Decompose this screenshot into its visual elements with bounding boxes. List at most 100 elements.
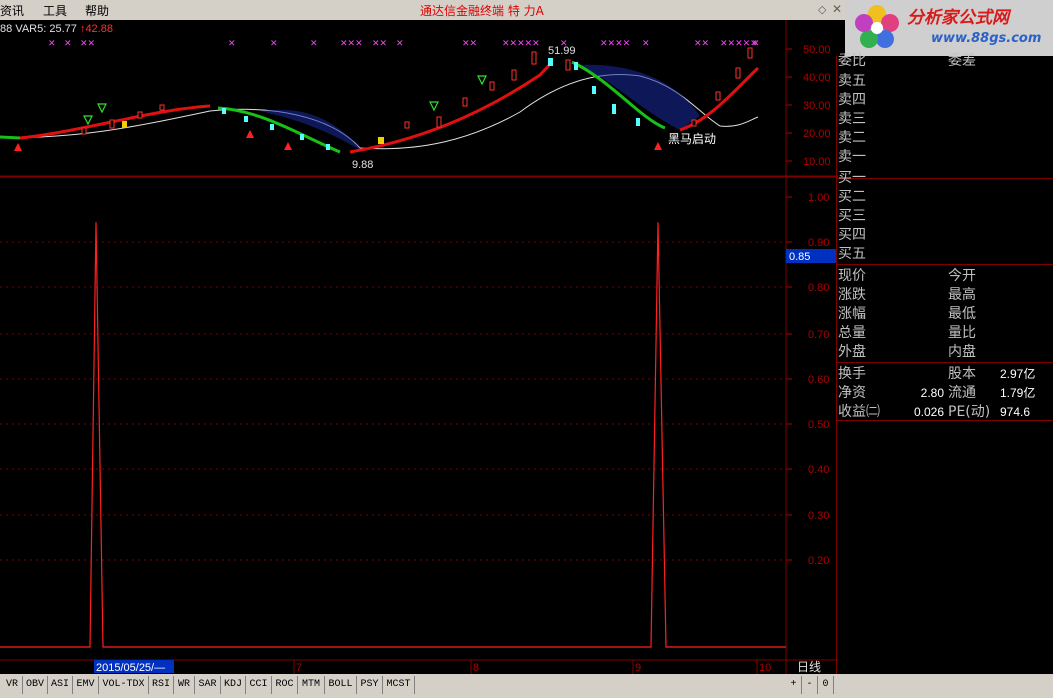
month-10: 10	[759, 662, 771, 674]
quote-volume: 总量	[838, 325, 866, 341]
ind-gridlines	[0, 241, 786, 561]
high-label: 51.99	[548, 45, 576, 57]
svg-text:✕: ✕	[228, 39, 236, 49]
buy-3: 买三	[838, 208, 866, 224]
fund-eps-label: 收益㈡	[838, 404, 880, 420]
ma-up-segment-1	[19, 104, 211, 140]
svg-text:✕: ✕	[64, 39, 72, 49]
month-8: 8	[473, 662, 479, 674]
ind-tick-050: 0.50	[808, 419, 829, 431]
weicha-label: 委差	[948, 53, 976, 69]
svg-text:✕✕✕: ✕✕✕	[340, 39, 363, 49]
fund-netasset-value: 2.80	[920, 386, 944, 400]
diamond-icon[interactable]: ◇	[818, 3, 826, 16]
tab-cci[interactable]: CCI	[246, 676, 272, 694]
svg-text:✕✕✕✕: ✕✕✕✕	[600, 39, 630, 49]
svg-text:✕✕: ✕✕	[694, 39, 709, 49]
tab-boll[interactable]: BOLL	[325, 676, 357, 694]
tab-sar[interactable]: SAR	[195, 676, 221, 694]
svg-text:✕✕: ✕✕	[372, 39, 387, 49]
fund-float-label: 流通	[948, 385, 976, 401]
legend-value: ↑42.88	[79, 23, 113, 35]
price-tick-50: 50.00	[803, 44, 831, 56]
fund-pe-label: PE(动)	[948, 404, 991, 420]
tab-psy[interactable]: PSY	[357, 676, 383, 694]
logo-url: www.88gs.com	[931, 31, 1042, 46]
svg-text:✕: ✕	[642, 39, 650, 49]
month-7: 7	[296, 662, 302, 674]
tab-vr[interactable]: VR	[2, 676, 23, 694]
quote-high: 最高	[948, 287, 976, 303]
tab-zero-button[interactable]: 0	[818, 676, 834, 694]
ind-series-line	[0, 222, 786, 648]
quote-change-pct: 涨幅	[838, 306, 866, 322]
flower-logo-icon	[855, 5, 899, 48]
price-axis-ticks	[786, 48, 792, 162]
tab-obv[interactable]: OBV	[23, 676, 48, 694]
ind-tick-040: 0.40	[808, 464, 829, 476]
fund-turnover-label: 换手	[838, 366, 866, 382]
legend-var5: VAR5: 25.77	[15, 23, 77, 35]
tab-kdj[interactable]: KDJ	[221, 676, 246, 694]
tab-asi[interactable]: ASI	[48, 676, 73, 694]
quote-inner: 内盘	[948, 344, 976, 360]
tab-mcst[interactable]: MCST	[383, 676, 415, 694]
signal-label: 黑马启动	[668, 132, 716, 146]
price-tick-40: 40.00	[803, 72, 831, 84]
close-icon[interactable]: ✕	[832, 2, 842, 16]
ind-cursor-value: 0.85	[789, 251, 810, 263]
tab-mtm[interactable]: MTM	[298, 676, 325, 694]
chart-area[interactable]: 50.00 40.00 30.00 20.00 10.00 ✕ ✕ ✕✕ ✕ ✕…	[0, 20, 838, 674]
ma-down-segment-1	[0, 135, 21, 140]
tab-emv[interactable]: EMV	[73, 676, 99, 694]
menu-tools[interactable]: 工具	[43, 2, 67, 19]
period-label[interactable]: 日线	[797, 660, 821, 674]
price-tick-20: 20.00	[803, 128, 831, 140]
quote-change: 涨跌	[838, 287, 866, 303]
fund-netasset-label: 净资	[838, 385, 866, 401]
tab-wr[interactable]: WR	[174, 676, 195, 694]
svg-text:✕: ✕	[396, 39, 404, 49]
svg-text:✕: ✕	[270, 39, 278, 49]
menu-info[interactable]: 资讯	[0, 2, 24, 19]
sell-2: 卖二	[838, 130, 866, 146]
low-label: 9.88	[352, 159, 373, 171]
ind-tick-060: 0.60	[808, 374, 829, 386]
svg-text:✕✕✕✕✕: ✕✕✕✕✕	[502, 39, 540, 49]
tab-roc[interactable]: ROC	[272, 676, 298, 694]
app-title: 通达信金融终端 特 力A	[420, 4, 544, 18]
tab-rsi[interactable]: RSI	[149, 676, 174, 694]
hatch-fill-1	[260, 109, 360, 150]
buy-2: 买二	[838, 189, 866, 205]
menu-help[interactable]: 帮助	[85, 2, 109, 19]
svg-text:✕: ✕	[310, 39, 318, 49]
sell-4: 卖四	[838, 92, 866, 108]
logo-site-name: 分析家公式网	[907, 8, 1009, 28]
price-tick-30: 30.00	[803, 100, 831, 112]
date-axis: 2015/05/25/— 7 8 9 10 日线	[0, 659, 821, 674]
price-tick-10: 10.00	[803, 156, 831, 168]
buy-4: 买四	[838, 227, 866, 243]
buy-5: 买五	[838, 246, 866, 262]
quote-price: 现价	[838, 268, 866, 284]
ind-tick-020: 0.20	[808, 555, 829, 567]
ind-tick-080: 0.80	[808, 282, 829, 294]
svg-text:✕✕: ✕✕	[80, 39, 95, 49]
fund-pe-value: 974.6	[1000, 405, 1031, 419]
sell-5: 卖五	[838, 73, 866, 89]
weibi-label: 委比	[838, 53, 866, 69]
ind-tick-100: 1.00	[808, 192, 829, 204]
quote-vol-ratio: 量比	[948, 325, 976, 341]
svg-text:✕✕: ✕✕	[462, 39, 477, 49]
sell-1: 卖一	[838, 149, 866, 165]
tab-vol-tdx[interactable]: VOL-TDX	[99, 676, 149, 694]
ind-tick-070: 0.70	[808, 329, 829, 341]
tab-add-button[interactable]: +	[786, 676, 802, 694]
fund-capital-value: 2.97亿	[1000, 367, 1036, 381]
sell-3: 卖三	[838, 111, 866, 127]
tab-remove-button[interactable]: -	[802, 676, 818, 694]
site-logo: 分析家公式网 www.88gs.com	[845, 0, 1053, 56]
buy-1: 买一	[838, 170, 866, 186]
quote-open: 今开	[948, 268, 976, 284]
price-axis-labels: 50.00 40.00 30.00 20.00 10.00	[803, 44, 831, 168]
